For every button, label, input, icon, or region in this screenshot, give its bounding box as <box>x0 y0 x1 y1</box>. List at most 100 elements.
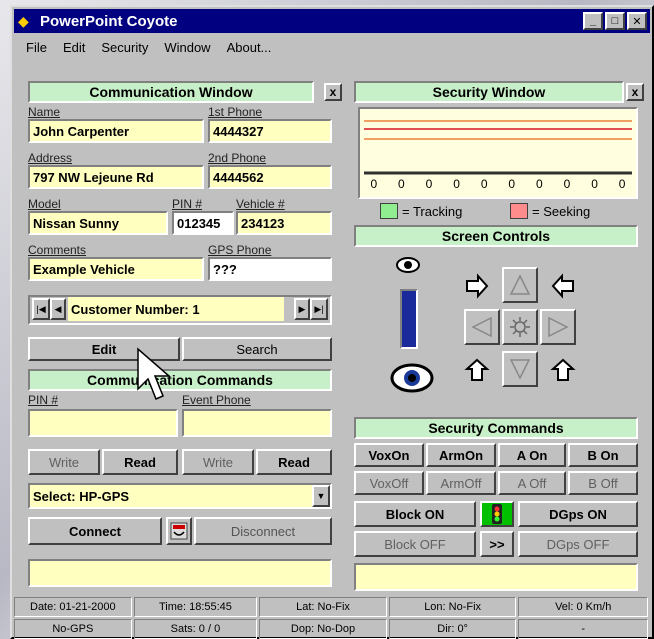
phone2-field[interactable]: 4444562 <box>208 165 332 189</box>
counter-6: 0 <box>508 177 516 191</box>
maximize-button[interactable]: □ <box>605 12 625 30</box>
sats-status: Sats: 0 / 0 <box>133 619 258 639</box>
cmd-pin-input[interactable] <box>28 409 178 437</box>
communication-panel: Communication Window x Name 1st Phone Jo… <box>22 81 346 597</box>
extra-status: - <box>518 619 648 639</box>
rotate-right-down-icon[interactable] <box>548 353 578 387</box>
device-select[interactable]: Select: HP-GPS ▼ <box>28 483 332 509</box>
rotate-left-up-icon[interactable] <box>462 269 492 303</box>
write-pin-button[interactable]: Write <box>28 449 100 475</box>
minimize-button[interactable]: _ <box>583 12 603 30</box>
menu-about[interactable]: About... <box>227 40 272 55</box>
screen-controls-title: Screen Controls <box>354 225 638 247</box>
rotate-left-down-icon[interactable] <box>462 353 492 387</box>
dir-status: Dir: 0° <box>388 619 517 639</box>
arrow-down-icon <box>509 359 531 380</box>
counter-5: 0 <box>480 177 488 191</box>
security-status-field <box>354 563 638 591</box>
next-record-button[interactable]: ▶ <box>294 298 310 320</box>
comments-field[interactable]: Example Vehicle <box>28 257 204 281</box>
pin-label: PIN # <box>172 197 203 211</box>
vox-off-button[interactable]: VoxOff <box>354 471 424 495</box>
counter-1: 0 <box>370 177 378 191</box>
tracking-legend-label: = Tracking <box>402 204 463 219</box>
lon-status: Lon: No-Fix <box>388 597 517 617</box>
counter-2: 0 <box>398 177 405 191</box>
arrow-up-icon <box>509 274 531 295</box>
arm-off-button[interactable]: ArmOff <box>426 471 496 495</box>
tracking-graph: 0 0 0 0 0 0 0 0 0 0 <box>358 107 638 199</box>
vox-on-button[interactable]: VoxOn <box>354 443 424 467</box>
phone1-label: 1st Phone <box>208 105 263 119</box>
pin-field[interactable]: 012345 <box>172 211 234 235</box>
security-panel: Security Window x 0 0 0 0 0 0 0 0 0 0 = … <box>352 81 648 597</box>
block-off-button[interactable]: Block OFF <box>354 531 476 557</box>
pan-down-button[interactable] <box>502 351 538 387</box>
more-button[interactable]: >> <box>480 531 514 557</box>
search-button[interactable]: Search <box>182 337 332 361</box>
read-pin-button[interactable]: Read <box>102 449 178 475</box>
menu-security[interactable]: Security <box>101 40 148 55</box>
sun-center-icon <box>510 317 530 337</box>
connect-button[interactable]: Connect <box>28 517 162 545</box>
phone-dial-icon[interactable] <box>166 517 192 545</box>
communication-close-button[interactable]: x <box>324 83 342 101</box>
arrow-right-icon <box>548 316 569 338</box>
phone-icon <box>170 522 188 540</box>
rotate-right-up-icon[interactable] <box>548 269 578 303</box>
gps-phone-field[interactable]: ??? <box>208 257 332 281</box>
time-status: Time: 18:55:45 <box>133 597 258 617</box>
phone1-field[interactable]: 4444327 <box>208 119 332 143</box>
communication-commands-title: Communication Commands <box>28 369 332 391</box>
menu-window[interactable]: Window <box>164 40 210 55</box>
pan-left-button[interactable] <box>464 309 500 345</box>
close-button[interactable]: ✕ <box>627 12 647 30</box>
arm-on-button[interactable]: ArmOn <box>426 443 496 467</box>
center-button[interactable] <box>502 309 538 345</box>
menu-file[interactable]: File <box>26 40 47 55</box>
menu-edit[interactable]: Edit <box>63 40 85 55</box>
counter-8: 0 <box>563 177 571 191</box>
last-record-button[interactable]: ▶| <box>310 298 328 320</box>
security-close-button[interactable]: x <box>626 83 644 101</box>
b-off-button[interactable]: B Off <box>568 471 638 495</box>
vehicle-label: Vehicle # <box>236 197 285 211</box>
comments-label: Comments <box>28 243 87 257</box>
vel-status: Vel: 0 Km/h <box>518 597 648 617</box>
dop-status: Dop: No-Dop <box>259 619 387 639</box>
disconnect-button[interactable]: Disconnect <box>194 517 332 545</box>
vehicle-field[interactable]: 234123 <box>236 211 332 235</box>
satellite-counters: 0 0 0 0 0 0 0 0 0 0 <box>360 177 636 191</box>
read-event-phone-button[interactable]: Read <box>256 449 332 475</box>
seeking-swatch <box>510 203 528 219</box>
prev-record-button[interactable]: ◀ <box>50 298 66 320</box>
event-phone-input[interactable] <box>182 409 332 437</box>
zoom-slider[interactable] <box>400 289 418 349</box>
large-eye-icon <box>390 363 434 396</box>
counter-4: 0 <box>453 177 460 191</box>
a-on-button[interactable]: A On <box>498 443 566 467</box>
write-event-phone-button[interactable]: Write <box>182 449 254 475</box>
dgps-on-button[interactable]: DGps ON <box>518 501 638 527</box>
chevron-down-icon[interactable]: ▼ <box>312 485 330 507</box>
security-window-title: Security Window <box>354 81 624 103</box>
a-off-button[interactable]: A Off <box>498 471 566 495</box>
b-on-button[interactable]: B On <box>568 443 638 467</box>
block-on-button[interactable]: Block ON <box>354 501 476 527</box>
dgps-off-button[interactable]: DGps OFF <box>518 531 638 557</box>
status-bar-top: Date: 01-21-2000 Time: 18:55:45 Lat: No-… <box>14 597 650 617</box>
name-field[interactable]: John Carpenter <box>28 119 204 143</box>
address-field[interactable]: 797 NW Lejeune Rd <box>28 165 204 189</box>
small-eye-icon <box>396 253 420 279</box>
pan-up-button[interactable] <box>502 267 538 303</box>
menu-bar: File Edit Security Window About... <box>14 35 650 59</box>
traffic-light-icon <box>480 501 514 527</box>
device-select-value: Select: HP-GPS <box>33 488 130 504</box>
first-record-button[interactable]: |◀ <box>32 298 50 320</box>
model-field[interactable]: Nissan Sunny <box>28 211 168 235</box>
lat-status: Lat: No-Fix <box>259 597 387 617</box>
pan-right-button[interactable] <box>540 309 576 345</box>
gps-phone-label: GPS Phone <box>208 243 272 257</box>
app-title: PowerPoint Coyote <box>40 12 178 30</box>
counter-9: 0 <box>591 177 598 191</box>
